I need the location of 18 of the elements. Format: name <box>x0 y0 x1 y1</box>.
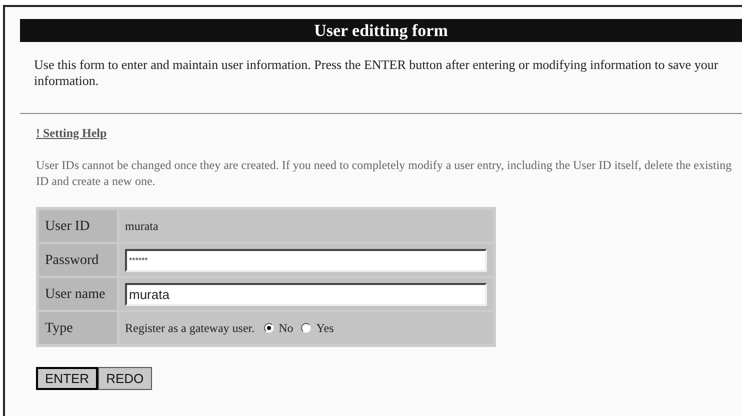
password-field[interactable]: ****** <box>125 248 487 272</box>
enter-button[interactable]: ENTER <box>36 367 98 390</box>
help-text: User IDs cannot be changed once they are created. If you need to completely modify a user entry, including the User ID itself, delete the existing ID and create a new one. <box>35 157 733 189</box>
intro-text: Use this form to enter and maintain user information. Press the ENTER button after entering or modifying information to save your information. <box>33 57 720 89</box>
field-label: Password <box>39 244 117 276</box>
input-field[interactable]: murata <box>125 282 487 306</box>
field-label: User name <box>39 278 117 310</box>
field-label: Type <box>39 312 117 344</box>
field-label: User ID <box>39 210 117 242</box>
radio-label: Yes <box>316 320 334 337</box>
user-id-value: murata <box>125 219 158 233</box>
radio-button[interactable] <box>301 323 312 333</box>
help-link[interactable]: ! Setting Help <box>36 124 107 142</box>
radio-button[interactable] <box>264 323 274 333</box>
radio-label: No <box>278 320 294 337</box>
redo-button[interactable]: REDO <box>98 367 152 390</box>
type-prompt: Register as a gateway user. <box>125 320 255 337</box>
form-title: User editting form <box>20 19 742 42</box>
